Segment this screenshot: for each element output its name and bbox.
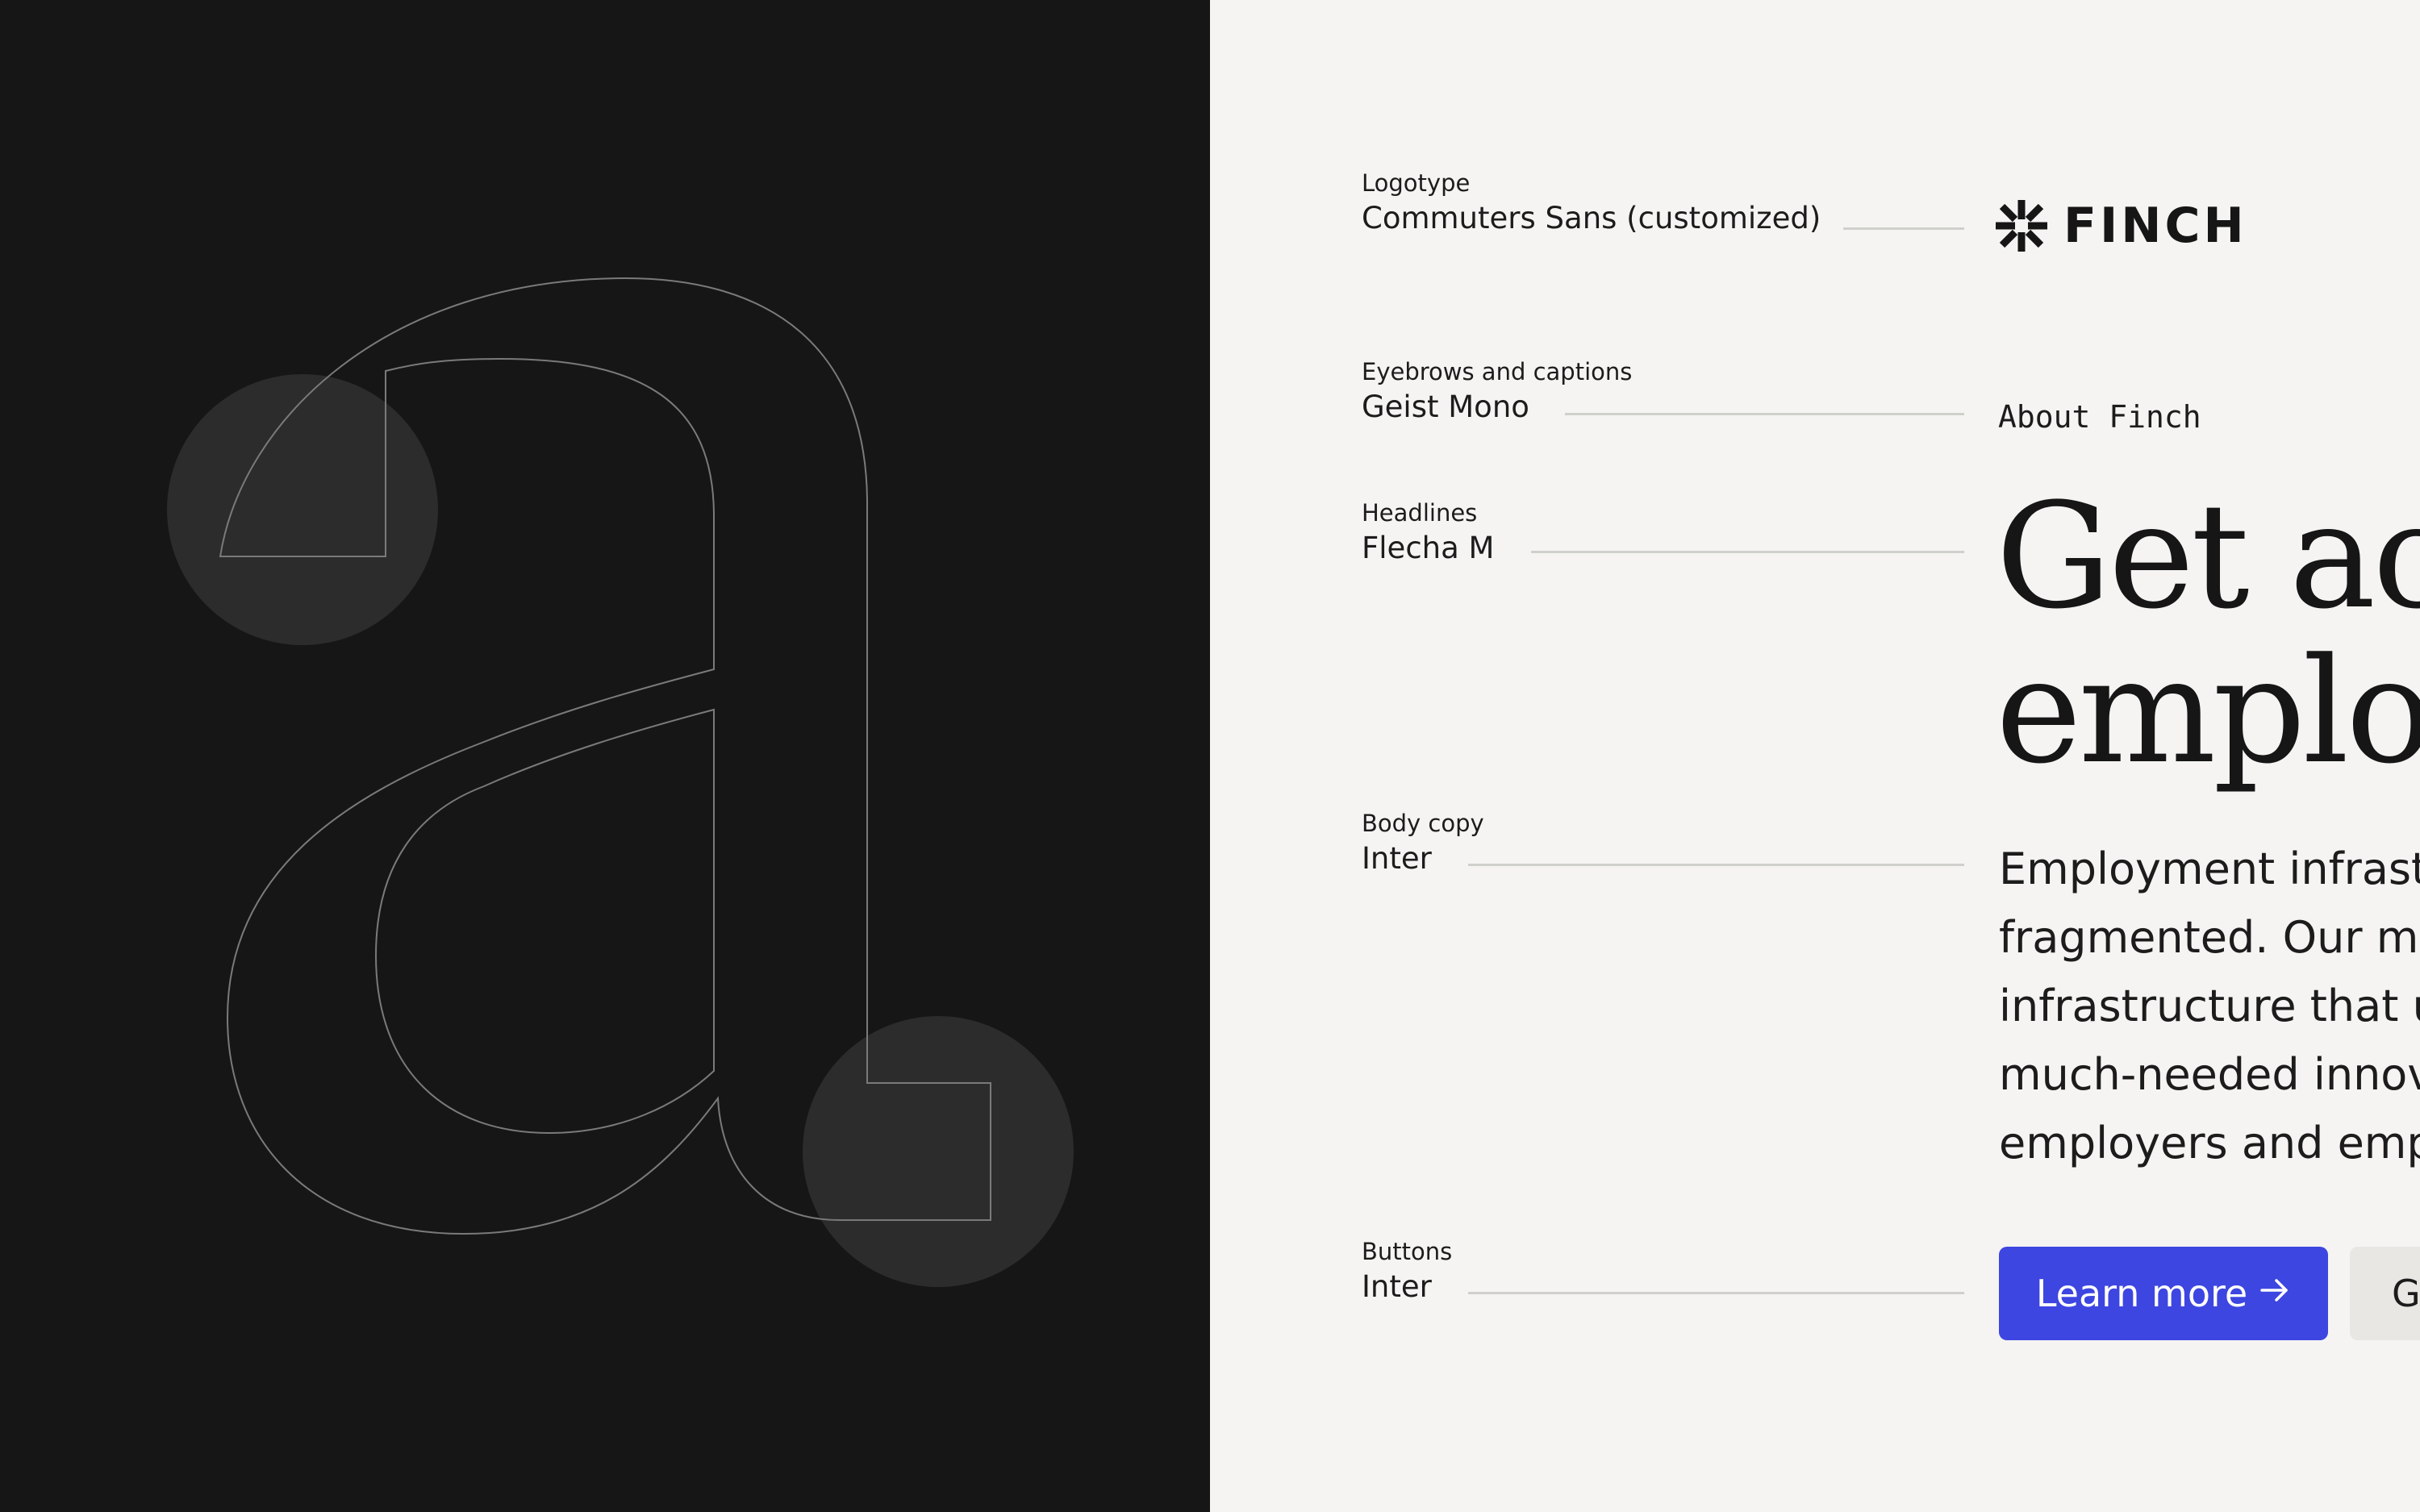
leader-line-eyebrows bbox=[1565, 413, 1964, 415]
spec-logotype-font: Commuters Sans (customized) bbox=[1362, 201, 1821, 235]
spec-headlines-font: Flecha M bbox=[1362, 531, 1495, 565]
spec-eyebrows-font: Geist Mono bbox=[1362, 389, 1529, 424]
leader-line-buttons bbox=[1468, 1292, 1964, 1294]
leader-line-headlines bbox=[1531, 551, 1964, 553]
body-copy-line: employers and emp bbox=[1999, 1118, 2420, 1168]
finch-logo: FINCH bbox=[1996, 200, 2247, 252]
headline-line: employ bbox=[1996, 627, 2420, 796]
spec-body-copy-font: Inter bbox=[1362, 841, 1432, 876]
type-specimen-panel: Logotype Commuters Sans (customized) Eye… bbox=[1210, 0, 2420, 1512]
learn-more-button[interactable]: Learn more bbox=[1999, 1247, 2328, 1340]
headline-line: Get acc bbox=[1996, 473, 2420, 641]
body-copy-line: much-needed innov bbox=[1999, 1049, 2420, 1100]
headline-sample: Get acc employ bbox=[1996, 480, 2420, 789]
spec-body-copy-label: Body copy bbox=[1362, 810, 1484, 837]
spec-headlines-label: Headlines bbox=[1362, 499, 1478, 527]
secondary-button-label: G bbox=[2392, 1272, 2420, 1315]
glyph-showcase-panel bbox=[0, 0, 1210, 1512]
highlight-circle-bottom bbox=[803, 1016, 1074, 1287]
leader-line-logotype bbox=[1843, 227, 1964, 230]
spec-buttons: Buttons Inter bbox=[1362, 1236, 1452, 1307]
body-copy-line: Employment infrastr bbox=[1999, 843, 2420, 894]
body-copy-line: fragmented. Our mis bbox=[1999, 912, 2420, 963]
spec-headlines: Headlines Flecha M bbox=[1362, 498, 1494, 569]
spec-buttons-label: Buttons bbox=[1362, 1238, 1453, 1265]
letter-a-outline-illustration bbox=[167, 277, 1074, 1287]
finch-asterisk-icon bbox=[1996, 200, 2047, 252]
spec-body-copy: Body copy Inter bbox=[1362, 808, 1484, 879]
glyph-a-counter bbox=[374, 708, 715, 1135]
spec-eyebrows: Eyebrows and captions Geist Mono bbox=[1362, 356, 1632, 427]
spec-eyebrows-label: Eyebrows and captions bbox=[1362, 358, 1633, 385]
eyebrow-sample: About Finch bbox=[1998, 399, 2201, 435]
highlight-circle-top bbox=[167, 374, 438, 645]
leader-line-body-copy bbox=[1468, 864, 1964, 866]
body-copy-line: infrastructure that u bbox=[1999, 981, 2420, 1031]
spec-logotype: Logotype Commuters Sans (customized) bbox=[1362, 168, 1821, 239]
learn-more-button-label: Learn more bbox=[2035, 1272, 2248, 1315]
finch-logo-wordmark: FINCH bbox=[2063, 198, 2247, 254]
spec-buttons-font: Inter bbox=[1362, 1269, 1432, 1304]
secondary-button[interactable]: G bbox=[2350, 1247, 2420, 1340]
arrow-right-icon bbox=[2259, 1272, 2291, 1315]
spec-logotype-label: Logotype bbox=[1362, 169, 1471, 197]
body-copy-sample: Employment infrastr fragmented. Our mis … bbox=[1999, 835, 2420, 1177]
